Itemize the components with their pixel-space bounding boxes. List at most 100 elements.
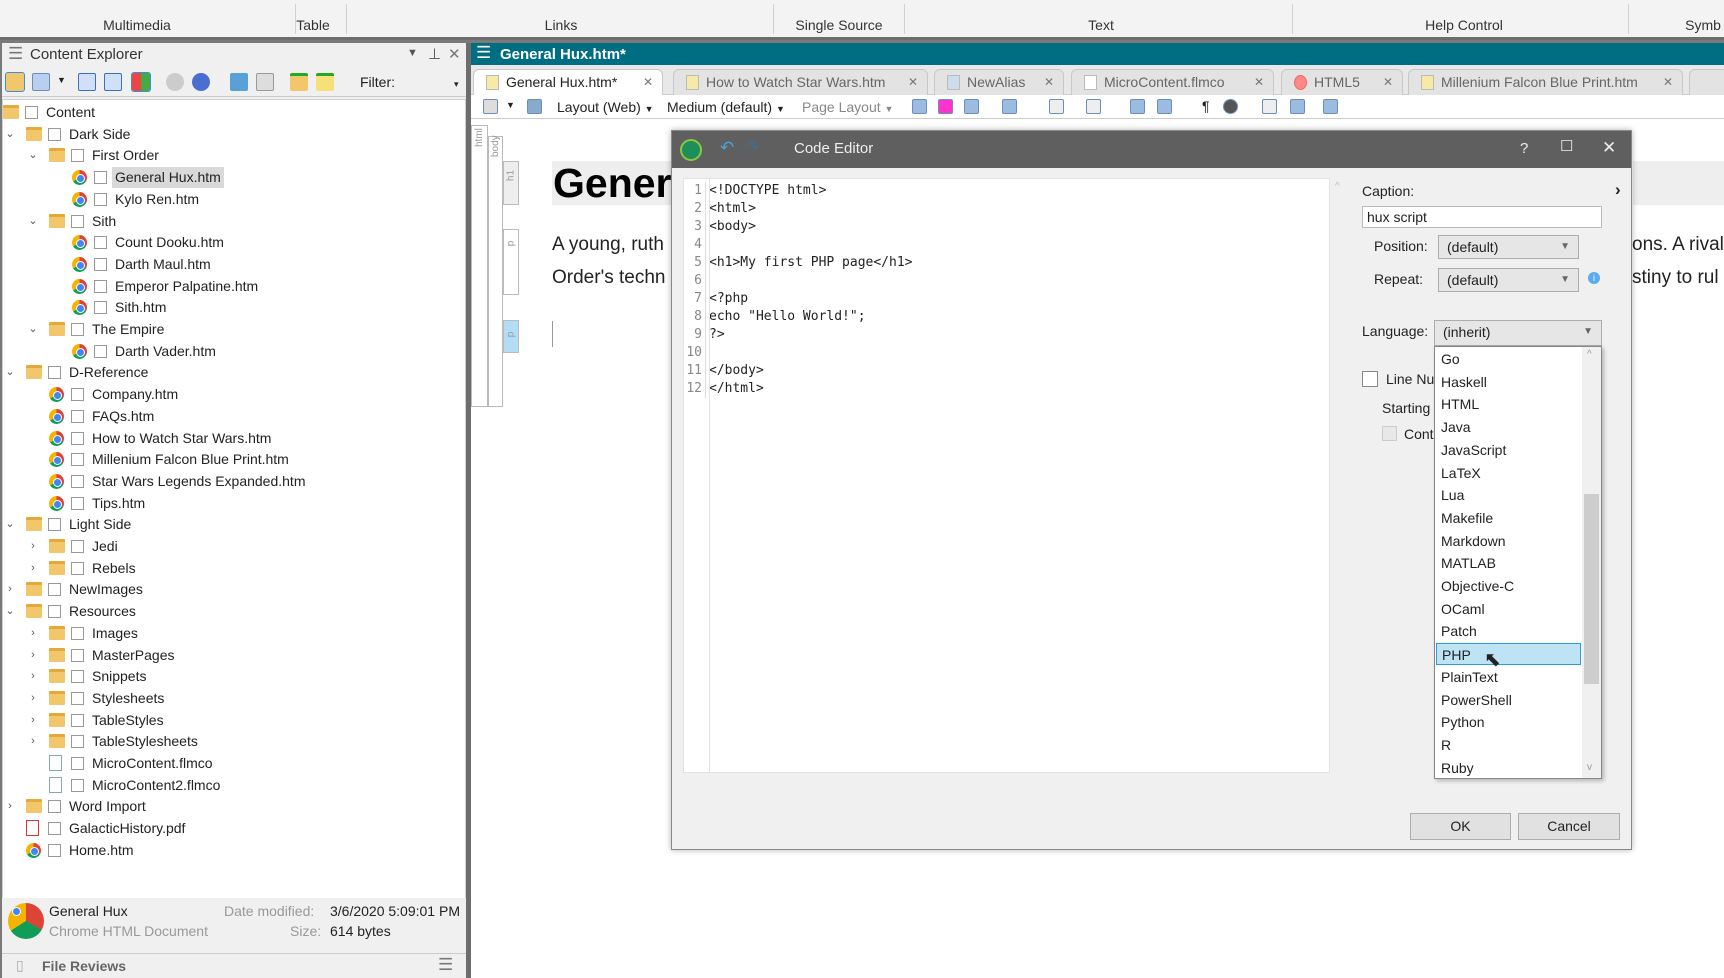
insert-ii-icon[interactable]: [1130, 99, 1145, 114]
chevron-down-icon[interactable]: ⌄: [4, 514, 16, 535]
tree-checkbox[interactable]: [48, 822, 61, 836]
tree-checkbox[interactable]: [48, 800, 61, 814]
close-icon[interactable]: ✕: [1663, 70, 1673, 94]
tree-checkbox[interactable]: [71, 474, 84, 488]
tree-item[interactable]: Darth Vader.htm: [3, 341, 463, 362]
chevron-right-icon[interactable]: ›: [4, 579, 16, 600]
tree-checkbox[interactable]: [48, 605, 61, 619]
tree-item[interactable]: MicroContent2.flmco: [3, 775, 463, 796]
language-option[interactable]: Lua: [1436, 484, 1581, 506]
tree-checkbox[interactable]: [48, 583, 61, 597]
chevron-down-icon[interactable]: ▼: [506, 100, 515, 110]
close-icon[interactable]: ✕: [448, 45, 461, 63]
tree-item[interactable]: Millenium Falcon Blue Print.htm: [3, 449, 463, 470]
tree-checkbox[interactable]: [71, 648, 84, 662]
tree-item[interactable]: Company.htm: [3, 384, 463, 405]
page-layout-dropdown[interactable]: Page Layout ▼: [802, 99, 893, 115]
language-option[interactable]: PHP: [1436, 643, 1581, 666]
element-bar-p[interactable]: p: [503, 229, 519, 295]
tree-item[interactable]: General Hux.htm: [3, 167, 463, 189]
close-icon[interactable]: ✕: [1383, 70, 1393, 94]
chevron-right-icon[interactable]: ›: [27, 688, 39, 709]
tree-item[interactable]: Sith.htm: [3, 297, 463, 318]
code-line[interactable]: 8 echo "Hello World!";: [684, 308, 866, 326]
tree-item[interactable]: Home.htm: [3, 840, 463, 861]
position-select[interactable]: (default) ▼: [1438, 235, 1579, 259]
tree-checkbox[interactable]: [71, 691, 84, 705]
language-option[interactable]: PlainText: [1436, 666, 1581, 688]
tree-item[interactable]: Kylo Ren.htm: [3, 189, 463, 210]
sync-icon[interactable]: [192, 73, 210, 91]
tree-item[interactable]: How to Watch Star Wars.htm: [3, 428, 463, 449]
tree-item[interactable]: ⌄ Light Side: [3, 514, 463, 535]
tab-millenium-falcon[interactable]: Millenium Falcon Blue Print.htm ✕: [1408, 69, 1683, 95]
language-option[interactable]: Python: [1436, 711, 1581, 733]
insert-pdf-icon[interactable]: [938, 99, 953, 114]
line-numbers-checkbox[interactable]: [1362, 371, 1378, 387]
continue-checkbox[interactable]: [1382, 426, 1397, 441]
tree-item[interactable]: Star Wars Legends Expanded.htm: [3, 471, 463, 492]
scroll-up-icon[interactable]: ^: [1335, 181, 1340, 192]
language-option[interactable]: MATLAB: [1436, 552, 1581, 574]
language-option[interactable]: Go: [1436, 348, 1581, 370]
scrollbar-thumb[interactable]: [1584, 494, 1599, 684]
scroll-down-icon[interactable]: v: [1587, 762, 1592, 773]
tree-item[interactable]: › TableStyles: [3, 710, 463, 731]
chevron-down-icon[interactable]: ⌄: [27, 145, 39, 166]
language-option[interactable]: OCaml: [1436, 598, 1581, 620]
tree-item[interactable]: Count Dooku.htm: [3, 232, 463, 253]
tree-item[interactable]: FAQs.htm: [3, 406, 463, 427]
grid-view-icon[interactable]: [131, 72, 151, 92]
tree-checkbox[interactable]: [94, 171, 107, 185]
help-button[interactable]: ?: [1520, 140, 1528, 157]
language-option[interactable]: Markdown: [1436, 530, 1581, 552]
maximize-icon[interactable]: ☐: [1560, 137, 1573, 155]
tree-item[interactable]: Content: [3, 102, 463, 123]
close-icon[interactable]: ✕: [908, 70, 918, 94]
tree-item[interactable]: ⌄ Resources: [3, 601, 463, 622]
tree-item[interactable]: MicroContent.flmco: [3, 753, 463, 774]
insert-text-icon[interactable]: [1049, 99, 1064, 114]
tree-item[interactable]: Darth Maul.htm: [3, 254, 463, 275]
tree-checkbox[interactable]: [71, 431, 84, 445]
tree-checkbox[interactable]: [71, 388, 84, 402]
pin-icon[interactable]: ⊥: [428, 45, 441, 63]
close-icon[interactable]: ✕: [1044, 70, 1054, 94]
document-text-line1[interactable]: A young, ruth: [552, 234, 664, 256]
expand-all-icon[interactable]: [78, 73, 96, 91]
language-option[interactable]: Objective-C: [1436, 575, 1581, 597]
tree-item[interactable]: GalacticHistory.pdf: [3, 818, 463, 839]
close-icon[interactable]: ✕: [643, 70, 653, 94]
chevron-down-icon[interactable]: ⌄: [4, 124, 16, 145]
tree-checkbox[interactable]: [48, 127, 61, 141]
pilcrow-icon[interactable]: ¶: [1202, 98, 1210, 114]
tree-checkbox[interactable]: [71, 626, 84, 640]
tree-checkbox[interactable]: [94, 257, 107, 271]
dropdown-icon[interactable]: ▼: [407, 47, 418, 59]
caption-input[interactable]: hux script: [1362, 206, 1602, 228]
tree-item[interactable]: › Snippets: [3, 666, 463, 687]
language-option[interactable]: HTML: [1436, 393, 1581, 415]
element-bar-h1[interactable]: h1: [503, 161, 519, 205]
insert-ci-icon[interactable]: [1157, 99, 1172, 114]
menu-icon[interactable]: ☰: [476, 43, 491, 63]
upload-icon[interactable]: [230, 73, 248, 91]
ok-button[interactable]: OK: [1410, 813, 1511, 840]
toolbar-overflow-icon[interactable]: ▾: [454, 79, 459, 90]
tree-checkbox[interactable]: [48, 366, 61, 380]
tree-item[interactable]: › TableStylesheets: [3, 731, 463, 752]
tree-item[interactable]: › Stylesheets: [3, 688, 463, 709]
code-textarea[interactable]: 1 <!DOCTYPE html> 2 <html> 3 <body> 4 5 <h1>My f…: [683, 178, 1330, 773]
folder-view-icon[interactable]: [5, 72, 25, 92]
tree-item[interactable]: › Images: [3, 623, 463, 644]
cancel-button[interactable]: Cancel: [1518, 813, 1620, 840]
cursor-handle[interactable]: [552, 321, 553, 347]
language-option[interactable]: Makefile: [1436, 507, 1581, 529]
insert-image-icon[interactable]: [964, 99, 979, 114]
chevron-down-icon[interactable]: ⌄: [4, 362, 16, 383]
tree-item[interactable]: › Word Import: [3, 796, 463, 817]
tab-how-to-watch[interactable]: How to Watch Star Wars.htm ✕: [673, 69, 928, 95]
language-option[interactable]: Ruby: [1436, 757, 1581, 779]
preview-icon[interactable]: [256, 73, 274, 91]
tree-item[interactable]: › MasterPages: [3, 645, 463, 666]
